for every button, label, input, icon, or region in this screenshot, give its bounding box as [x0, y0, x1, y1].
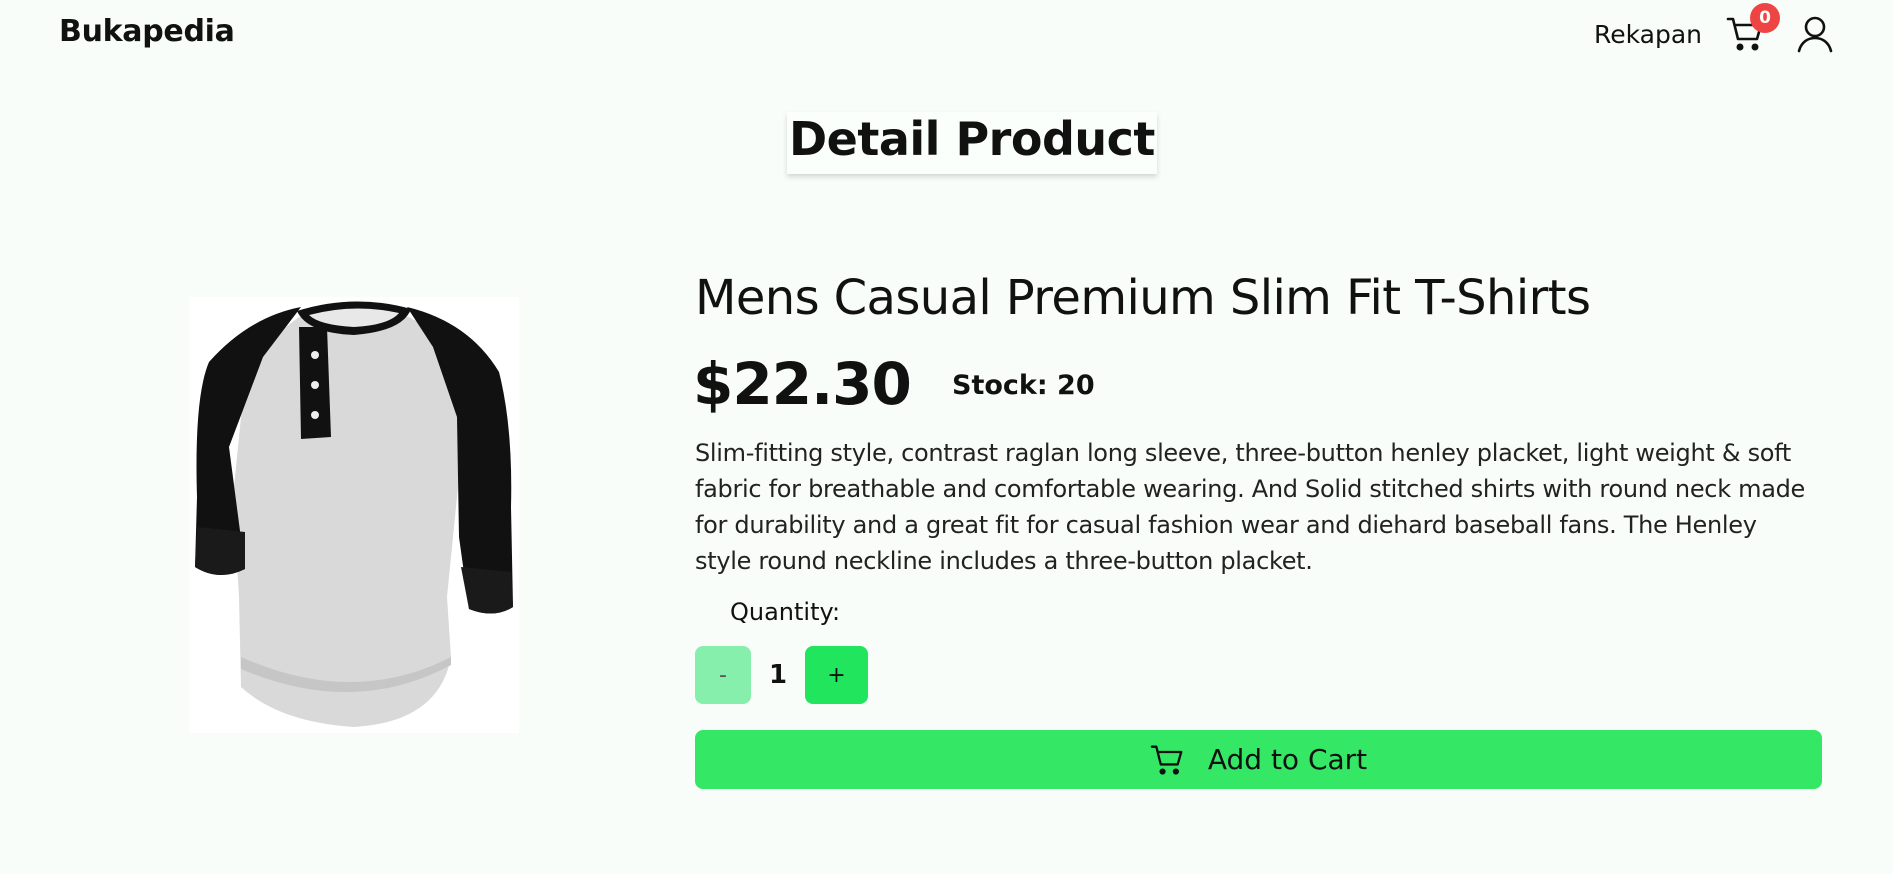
user-icon[interactable] [1796, 15, 1834, 53]
quantity-label: Quantity: [730, 598, 841, 626]
navbar: Bukapedia Rekapan 0 [0, 0, 1893, 68]
quantity-increase-button[interactable]: + [805, 646, 868, 704]
quantity-stepper: - 1 + [695, 646, 868, 704]
quantity-value: 1 [768, 660, 788, 690]
brand-logo[interactable]: Bukapedia [59, 14, 235, 49]
nav-actions: Rekapan 0 [1594, 3, 1834, 54]
quantity-decrease-button[interactable]: - [695, 646, 751, 704]
tshirt-image [195, 301, 513, 727]
product-name: Mens Casual Premium Slim Fit T-Shirts [695, 270, 1591, 326]
product-stock: Stock: 20 [952, 370, 1095, 401]
page-title: Detail Product [787, 112, 1157, 174]
product-description: Slim-fitting style, contrast raglan long… [695, 439, 1806, 575]
nav-cart-button[interactable]: 0 [1726, 3, 1780, 54]
nav-link-rekapan[interactable]: Rekapan [1594, 20, 1702, 49]
product-image [189, 297, 519, 733]
product-price: $22.30 [693, 350, 912, 418]
cart-icon [1150, 745, 1183, 775]
add-to-cart-button[interactable]: Add to Cart [695, 730, 1822, 789]
cart-count-badge: 0 [1750, 3, 1780, 33]
add-to-cart-label: Add to Cart [1207, 743, 1368, 776]
